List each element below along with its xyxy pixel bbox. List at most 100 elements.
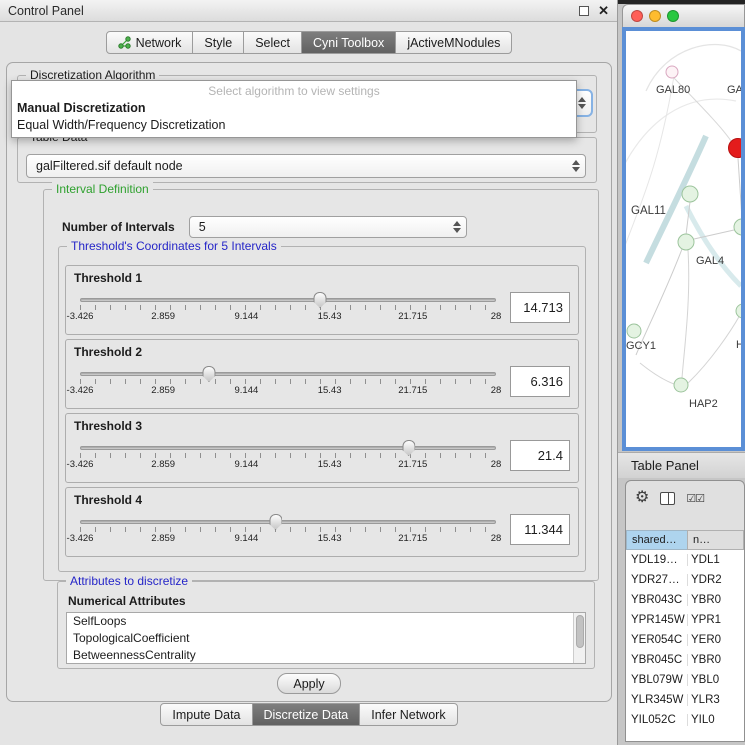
close-traffic-light[interactable]: [631, 10, 643, 22]
cell-shared-name[interactable]: YDR27…: [626, 574, 688, 586]
threshold-1-panel: Threshold 1 -3.426 2.859 9.144 15.43: [65, 265, 579, 335]
table-row[interactable]: YBR045C YBR0: [626, 650, 744, 670]
scrollbar-thumb[interactable]: [576, 615, 584, 648]
network-node[interactable]: [674, 378, 688, 392]
cell-name[interactable]: YLR3: [688, 694, 744, 706]
columns-icon[interactable]: [660, 492, 675, 505]
cell-shared-name[interactable]: YPR145W: [626, 614, 688, 626]
select-columns-icon[interactable]: ☑☑: [686, 492, 704, 505]
threshold-2-value-field[interactable]: 6.316: [510, 366, 570, 397]
table-row[interactable]: YPR145W YPR1: [626, 610, 744, 630]
network-node[interactable]: [682, 186, 698, 202]
table-body: YDL19… YDL1 YDR27… YDR2 YBR043C YBR0 YPR…: [626, 550, 744, 742]
slider-track[interactable]: [80, 372, 496, 376]
cell-name[interactable]: YIL0: [688, 714, 744, 726]
network-edge: [738, 158, 741, 219]
tab-network[interactable]: Network: [106, 31, 194, 54]
list-item[interactable]: BetweennessCentrality: [67, 647, 585, 664]
slider-tick-labels: -3.426 2.859 9.144 15.43 21.715 28: [80, 311, 496, 323]
thresholds-group: Threshold's Coordinates for 5 Intervals …: [58, 246, 586, 572]
number-of-intervals-combobox[interactable]: 5: [189, 216, 467, 238]
top-tab-bar: Network Style Select Cyni Toolbox jActiv…: [0, 31, 618, 54]
network-view-window: GAL80 GA GAL11 GAL4 GCY1 HAP2 H: [622, 4, 745, 451]
network-node[interactable]: [736, 304, 741, 318]
control-panel-window: Control Panel ✕ Network Style Select Cyn…: [0, 0, 618, 745]
minimize-traffic-light[interactable]: [649, 10, 661, 22]
tab-jactivemnodules[interactable]: jActiveMNodules: [395, 31, 512, 54]
table-data-group: Table Data galFiltered.sif default node: [17, 137, 597, 183]
cell-shared-name[interactable]: YBL079W: [626, 674, 688, 686]
network-node[interactable]: [666, 66, 678, 78]
tab-discretize-data[interactable]: Discretize Data: [252, 703, 361, 726]
network-edge: [626, 99, 736, 171]
cell-shared-name[interactable]: YIL052C: [626, 714, 688, 726]
attributes-scrollbar[interactable]: [573, 613, 585, 663]
list-item[interactable]: TopologicalCoefficient: [67, 630, 585, 647]
close-icon[interactable]: ✕: [598, 4, 609, 17]
list-item[interactable]: SelfLoops: [67, 613, 585, 630]
table-row[interactable]: YDL19… YDL1: [626, 550, 744, 570]
threshold-3-value-field[interactable]: 21.4: [510, 440, 570, 471]
dropdown-option-manual-discretization[interactable]: Manual Discretization: [12, 100, 576, 117]
apply-button[interactable]: Apply: [277, 673, 341, 694]
cell-name[interactable]: YER0: [688, 634, 744, 646]
float-window-icon[interactable]: [579, 6, 589, 16]
threshold-2-slider[interactable]: -3.426 2.859 9.144 15.43 21.715 28: [80, 372, 496, 397]
table-row[interactable]: YBR043C YBR0: [626, 590, 744, 610]
threshold-4-slider[interactable]: -3.426 2.859 9.144 15.43 21.715 28: [80, 520, 496, 545]
zoom-traffic-light[interactable]: [667, 10, 679, 22]
stepper-icon: [578, 97, 586, 109]
dropdown-option-equal-width-frequency[interactable]: Equal Width/Frequency Discretization: [12, 117, 576, 134]
cell-name[interactable]: YDR2: [688, 574, 744, 586]
table-row[interactable]: YER054C YER0: [626, 630, 744, 650]
cell-name[interactable]: YBL0: [688, 674, 744, 686]
slider-track[interactable]: [80, 298, 496, 302]
table-row[interactable]: YDR27… YDR2: [626, 570, 744, 590]
thresholds-group-title: Threshold's Coordinates for 5 Intervals: [67, 239, 281, 253]
interval-definition-title: Interval Definition: [52, 182, 153, 196]
tab-select[interactable]: Select: [243, 31, 302, 54]
tab-network-label: Network: [136, 36, 182, 50]
column-header-shared-name[interactable]: shared…: [626, 530, 688, 550]
cell-name[interactable]: YBR0: [688, 594, 744, 606]
threshold-4-value-field[interactable]: 11.344: [510, 514, 570, 545]
tab-impute-data-label: Impute Data: [172, 708, 240, 722]
table-panel-title: Table Panel: [631, 458, 699, 473]
tab-style[interactable]: Style: [192, 31, 244, 54]
cell-shared-name[interactable]: YBR043C: [626, 594, 688, 606]
column-header-name[interactable]: n…: [687, 530, 744, 550]
cell-name[interactable]: YBR0: [688, 654, 744, 666]
stepper-icon: [453, 221, 461, 233]
slider-track[interactable]: [80, 520, 496, 524]
network-node[interactable]: [678, 234, 694, 250]
slider-track[interactable]: [80, 446, 496, 450]
tab-cyni-toolbox[interactable]: Cyni Toolbox: [301, 31, 396, 54]
threshold-3-slider[interactable]: -3.426 2.859 9.144 15.43 21.715 28: [80, 446, 496, 471]
network-node-selected[interactable]: [729, 139, 742, 158]
table-row[interactable]: YIL052C YIL0: [626, 710, 744, 730]
table-panel-window: ⚙ ☑☑ shared… n… YDL19… YDL1 YDR27… YDR2 …: [625, 480, 745, 742]
tab-impute-data[interactable]: Impute Data: [160, 703, 252, 726]
tab-infer-network[interactable]: Infer Network: [359, 703, 457, 726]
table-row[interactable]: YLR345W YLR3: [626, 690, 744, 710]
cell-shared-name[interactable]: YER054C: [626, 634, 688, 646]
stepper-icon: [572, 160, 580, 172]
table-data-combobox[interactable]: galFiltered.sif default node: [26, 154, 586, 178]
cell-name[interactable]: YDL1: [688, 554, 744, 566]
network-window-titlebar[interactable]: [622, 4, 745, 27]
threshold-1-value-field[interactable]: 14.713: [510, 292, 570, 323]
cell-shared-name[interactable]: YBR045C: [626, 654, 688, 666]
threshold-1-label: Threshold 1: [74, 271, 570, 285]
cell-shared-name[interactable]: YDL19…: [626, 554, 688, 566]
gear-icon[interactable]: ⚙: [635, 490, 649, 506]
network-canvas[interactable]: GAL80 GA GAL11 GAL4 GCY1 HAP2 H: [622, 27, 745, 451]
threshold-4-label: Threshold 4: [74, 493, 570, 507]
threshold-1-slider[interactable]: -3.426 2.859 9.144 15.43 21.715 28: [80, 298, 496, 323]
cell-shared-name[interactable]: YLR345W: [626, 694, 688, 706]
cell-name[interactable]: YPR1: [688, 614, 744, 626]
network-node[interactable]: [627, 324, 641, 338]
network-node[interactable]: [734, 219, 741, 235]
table-row[interactable]: YBL079W YBL0: [626, 670, 744, 690]
threshold-2-label: Threshold 2: [74, 345, 570, 359]
threshold-3-label: Threshold 3: [74, 419, 570, 433]
